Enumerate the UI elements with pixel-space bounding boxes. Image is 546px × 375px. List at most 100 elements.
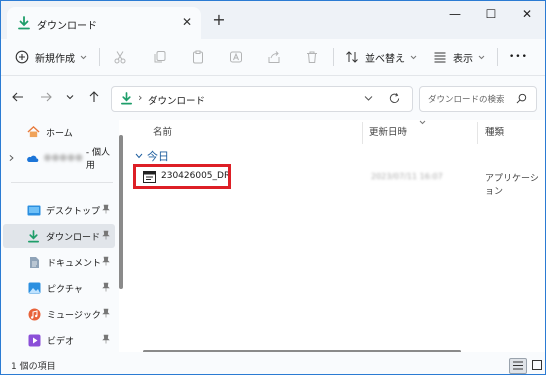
download-icon bbox=[121, 92, 132, 105]
sidebar-item-documents[interactable]: ドキュメント bbox=[3, 250, 115, 274]
pin-icon[interactable] bbox=[101, 256, 111, 266]
sidebar-item-label: ピクチャ bbox=[47, 284, 83, 295]
download-icon bbox=[18, 16, 30, 30]
sidebar-item-label: - 個人用 bbox=[85, 148, 110, 171]
chevron-down-icon bbox=[80, 55, 87, 59]
tab-downloads[interactable]: ダウンロード ✕ bbox=[7, 7, 201, 39]
maximize-button[interactable]: ☐ bbox=[477, 5, 505, 23]
tiles-view-icon bbox=[532, 360, 542, 370]
document-icon bbox=[30, 256, 39, 268]
close-window-button[interactable]: ✕ bbox=[513, 5, 541, 23]
pictures-icon bbox=[28, 282, 41, 294]
sidebar-item-label: ダウンロード bbox=[46, 232, 101, 243]
rename-button[interactable] bbox=[229, 47, 243, 67]
column-header-type[interactable]: 種類 bbox=[485, 124, 504, 138]
cut-icon bbox=[114, 51, 126, 64]
breadcrumb-location[interactable]: ダウンロード bbox=[148, 93, 205, 107]
details-view-icon bbox=[513, 361, 523, 370]
title-bar: ダウンロード ✕ + — ☐ ✕ bbox=[1, 1, 545, 39]
new-tab-button[interactable]: + bbox=[209, 11, 229, 31]
sidebar-item-home[interactable]: ホーム bbox=[3, 120, 115, 144]
refresh-icon[interactable] bbox=[388, 92, 401, 105]
recent-locations-icon[interactable] bbox=[63, 90, 77, 104]
paste-button[interactable] bbox=[191, 47, 205, 67]
explorer-window: ダウンロード ✕ + — ☐ ✕ 新規作成 並べ替え 表示 ••• › ダウンロ… bbox=[0, 0, 546, 375]
search-icon bbox=[516, 93, 527, 104]
pin-icon[interactable] bbox=[101, 282, 111, 292]
column-header-name[interactable]: 名前 bbox=[153, 124, 172, 138]
pin-icon[interactable] bbox=[101, 230, 111, 240]
sidebar-item-label: ミュージック bbox=[47, 310, 101, 321]
view-button-label: 表示 bbox=[453, 53, 473, 65]
file-modified: 2023/07/11 16:07 bbox=[371, 172, 443, 181]
sort-indicator-icon bbox=[419, 120, 426, 125]
delete-button[interactable] bbox=[305, 47, 319, 67]
view-button[interactable]: 表示 bbox=[433, 47, 485, 67]
item-count: 1 個の項目 bbox=[11, 362, 56, 372]
sidebar-item-label: デスクトップ bbox=[46, 206, 101, 217]
sort-button-label: 並べ替え bbox=[365, 53, 405, 65]
address-row: › ダウンロード ダウンロードの検索 bbox=[1, 76, 545, 120]
new-button-label: 新規作成 bbox=[35, 53, 75, 65]
tiles-view-button[interactable] bbox=[529, 358, 545, 372]
sidebar-item-pictures[interactable]: ピクチャ bbox=[3, 276, 115, 300]
copy-icon bbox=[154, 51, 166, 63]
more-options-button[interactable]: ••• bbox=[509, 47, 528, 67]
address-history-chevron-icon[interactable] bbox=[364, 95, 373, 102]
address-bar[interactable]: › ダウンロード bbox=[111, 86, 413, 112]
desktop-icon bbox=[27, 205, 41, 215]
cut-button[interactable] bbox=[113, 47, 127, 67]
minimize-button[interactable]: — bbox=[441, 5, 469, 23]
sort-icon bbox=[346, 51, 358, 63]
navigation-pane: ホーム ●●●●● - 個人用 デスクトップ ダウンロード ドキュメント ピクチ… bbox=[1, 120, 119, 352]
highlight-box bbox=[133, 164, 231, 189]
download-icon bbox=[28, 229, 39, 242]
file-list-pane: 名前 更新日時 種類 今日 230426005_DR 2023/07/11 16… bbox=[129, 120, 545, 353]
chevron-down-icon bbox=[410, 55, 417, 59]
column-separator[interactable] bbox=[362, 122, 363, 144]
expand-chevron-icon[interactable] bbox=[9, 154, 14, 162]
sidebar-item-videos[interactable]: ビデオ bbox=[3, 328, 115, 352]
up-arrow-icon[interactable] bbox=[87, 90, 101, 104]
nav-scrollbar[interactable] bbox=[119, 135, 123, 289]
nav-divider bbox=[11, 182, 113, 183]
forward-arrow-icon[interactable] bbox=[39, 90, 53, 104]
search-placeholder: ダウンロードの検索 bbox=[428, 95, 505, 105]
copy-button[interactable] bbox=[153, 47, 167, 67]
chevron-down-icon bbox=[135, 153, 143, 159]
sort-button[interactable]: 並べ替え bbox=[345, 47, 417, 67]
sidebar-item-onedrive[interactable]: ●●●●● - 個人用 bbox=[3, 146, 115, 171]
toolbar-separator bbox=[99, 48, 100, 66]
toolbar-separator bbox=[333, 48, 334, 66]
group-header-today[interactable]: 今日 bbox=[135, 148, 169, 164]
add-circle-icon bbox=[15, 50, 29, 64]
paste-icon bbox=[193, 50, 203, 64]
tab-title: ダウンロード bbox=[37, 21, 97, 32]
home-icon bbox=[27, 126, 40, 138]
sidebar-item-desktop[interactable]: デスクトップ bbox=[3, 198, 115, 222]
search-box[interactable]: ダウンロードの検索 bbox=[419, 86, 537, 112]
sidebar-item-label: ドキュメント bbox=[47, 258, 102, 269]
sidebar-item-downloads[interactable]: ダウンロード bbox=[3, 224, 115, 248]
share-button[interactable] bbox=[267, 47, 281, 67]
onedrive-icon bbox=[27, 155, 39, 162]
rename-icon bbox=[230, 51, 242, 63]
video-icon bbox=[28, 334, 41, 346]
command-bar: 新規作成 並べ替え 表示 ••• bbox=[1, 39, 545, 76]
music-icon bbox=[28, 308, 41, 320]
view-list-icon bbox=[434, 52, 446, 63]
status-bar: 1 個の項目 bbox=[1, 352, 545, 374]
details-view-button[interactable] bbox=[509, 358, 527, 374]
column-header-modified[interactable]: 更新日時 bbox=[369, 124, 407, 138]
tab-close-button[interactable]: ✕ bbox=[179, 14, 195, 30]
pin-icon[interactable] bbox=[101, 204, 111, 214]
blurred-account-name: ●●●●● bbox=[43, 153, 83, 163]
new-button[interactable]: 新規作成 bbox=[15, 47, 87, 67]
back-arrow-icon[interactable] bbox=[11, 90, 25, 104]
sidebar-item-music[interactable]: ミュージック bbox=[3, 302, 115, 326]
column-separator[interactable] bbox=[477, 122, 478, 144]
pin-icon[interactable] bbox=[101, 308, 111, 318]
delete-icon bbox=[307, 51, 317, 63]
chevron-down-icon bbox=[478, 55, 485, 59]
pin-icon[interactable] bbox=[101, 334, 111, 344]
